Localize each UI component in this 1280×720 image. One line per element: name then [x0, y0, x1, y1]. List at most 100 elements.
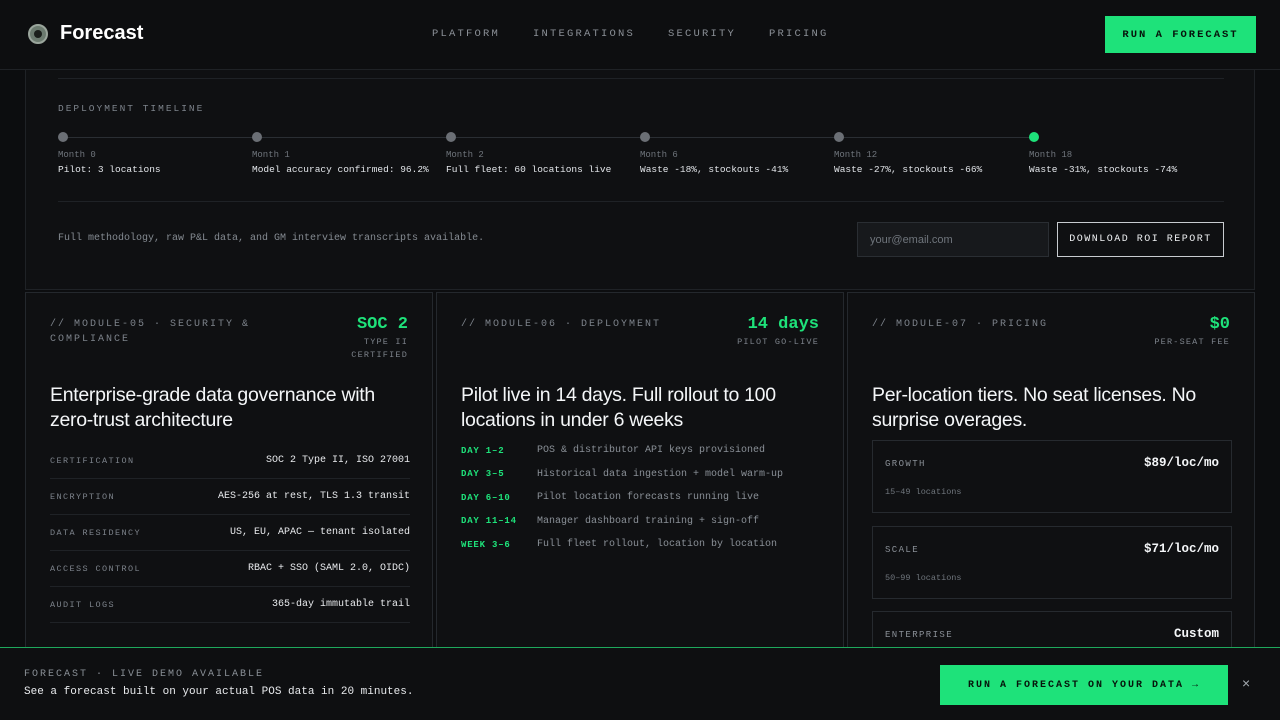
stat-caption: PER-SEAT FEE	[1154, 337, 1230, 347]
module-title: Pilot live in 14 days. Full rollout to 1…	[461, 384, 776, 431]
module-tag: // MODULE-06 · DEPLOYMENT	[461, 319, 662, 330]
tier-name: ENTERPRISE	[885, 630, 954, 640]
pricing-tier-growth[interactable]: GROWTH $89/loc/mo 15–49 locations	[872, 440, 1232, 513]
module-tag: // MODULE-07 · PRICING	[872, 319, 1049, 330]
step-description: Full fleet rollout, location by location	[537, 539, 778, 551]
banner-text: See a forecast built on your actual POS …	[24, 686, 414, 698]
spec-row: CERTIFICATION SOC 2 Type II, ISO 27001	[50, 443, 410, 479]
tier-name: SCALE	[885, 545, 920, 555]
tier-locations: 50–99 locations	[885, 573, 962, 583]
spec-key: DATA RESIDENCY	[50, 527, 142, 538]
step-description: Manager dashboard training + sign-off	[537, 515, 760, 527]
timeline-item: Month 0 Pilot: 3 locations	[58, 132, 248, 175]
timeline-label: DEPLOYMENT TIMELINE	[58, 103, 205, 114]
tier-name: GROWTH	[885, 459, 926, 469]
timeline-text: Full fleet: 60 locations live	[446, 164, 612, 175]
nav-link-integrations[interactable]: INTEGRATIONS	[533, 28, 635, 40]
deployment-step: WEEK 3–6 Full fleet rollout, location by …	[461, 533, 783, 557]
tier-price: Custom	[1173, 627, 1219, 641]
timeline-item: Month 12 Waste -27%, stockouts -66%	[834, 132, 1024, 175]
spec-row: ACCESS CONTROL RBAC + SSO (SAML 2.0, OIDC…	[50, 551, 410, 587]
forecast-logo-icon	[28, 23, 48, 44]
stat-value: 14 days	[747, 315, 819, 334]
step-description: Historical data ingestion + model warm-u…	[537, 468, 784, 480]
spec-list: CERTIFICATION SOC 2 Type II, ISO 27001 ENC…	[50, 443, 410, 623]
module-tag: // MODULE-05 · SECURITY & COMPLIANCE	[50, 319, 251, 345]
step-day: DAY 6–10	[461, 492, 511, 503]
demo-banner: FORECAST · LIVE DEMO AVAILABLE See a for…	[0, 647, 1280, 720]
deployment-steps: DAY 1–2 POS & distributor API keys provis…	[461, 439, 783, 557]
timeline-dot-active	[1029, 132, 1039, 142]
timeline-dot	[640, 132, 650, 142]
spec-value: 365-day immutable trail	[271, 599, 410, 610]
timeline-text: Pilot: 3 locations	[58, 164, 161, 175]
spec-value: RBAC + SSO (SAML 2.0, OIDC)	[247, 563, 410, 574]
deployment-step: DAY 3–5 Historical data ingestion + model…	[461, 463, 783, 487]
step-day: DAY 1–2	[461, 445, 505, 456]
nav-links: PLATFORM INTEGRATIONS SECURITY PRICING	[432, 28, 829, 40]
timeline-dot	[252, 132, 262, 142]
pricing-module-card: // MODULE-07 · PRICING $0 PER-SEAT FEE P…	[847, 292, 1255, 652]
step-description: POS & distributor API keys provisioned	[537, 445, 766, 457]
spec-row: ENCRYPTION AES-256 at rest, TLS 1.3 trans…	[50, 479, 410, 515]
run-forecast-on-data-button[interactable]: RUN A FORECAST ON YOUR DATA →	[940, 665, 1228, 705]
module-stat: $0 PER-SEAT FEE	[1154, 315, 1230, 349]
step-description: Pilot location forecasts running live	[537, 492, 760, 504]
deployment-timeline-panel: DEPLOYMENT TIMELINE Month 0 Pilot: 3 loca…	[25, 60, 1255, 290]
timeline-dot	[834, 132, 844, 142]
deployment-step: DAY 6–10 Pilot location forecasts running…	[461, 486, 783, 510]
module-stat: SOC 2 TYPE II CERTIFIED	[338, 315, 408, 362]
spec-value: AES-256 at rest, TLS 1.3 transit	[217, 491, 410, 502]
step-day: WEEK 3–6	[461, 539, 511, 550]
stat-caption: PILOT GO-LIVE	[737, 337, 819, 347]
spec-row: DATA RESIDENCY US, EU, APAC — tenant isol…	[50, 515, 410, 551]
nav-link-platform[interactable]: PLATFORM	[432, 28, 500, 40]
pricing-tier-scale[interactable]: SCALE $71/loc/mo 50–99 locations	[872, 526, 1232, 599]
timeline-month: Month 12	[834, 150, 878, 160]
spec-key: ACCESS CONTROL	[50, 563, 142, 574]
spec-row: AUDIT LOGS 365-day immutable trail	[50, 587, 410, 623]
tier-price: $89/loc/mo	[1143, 456, 1219, 470]
pricing-tier-enterprise[interactable]: ENTERPRISE Custom	[872, 611, 1232, 651]
timeline-text: Waste -27%, stockouts -66%	[834, 164, 983, 175]
timeline-month: Month 0	[58, 150, 96, 160]
run-forecast-button[interactable]: RUN A FORECAST	[1105, 16, 1256, 53]
tier-locations: 15–49 locations	[885, 487, 962, 497]
top-nav: Forecast PLATFORM INTEGRATIONS SECURITY …	[0, 0, 1280, 70]
tier-price: $71/loc/mo	[1143, 542, 1219, 556]
timeline-month: Month 1	[252, 150, 290, 160]
deployment-step: DAY 1–2 POS & distributor API keys provis…	[461, 439, 783, 463]
spec-key: ENCRYPTION	[50, 491, 116, 502]
deployment-step: DAY 11–14 Manager dashboard training + si…	[461, 510, 783, 534]
timeline-item: Month 1 Model accuracy confirmed: 96.2%	[252, 132, 442, 175]
timeline-item: Month 18 Waste -31%, stockouts -74%	[1029, 132, 1219, 175]
spec-value: US, EU, APAC — tenant isolated	[229, 527, 410, 538]
step-day: DAY 11–14	[461, 516, 517, 527]
timeline-month: Month 2	[446, 150, 484, 160]
step-day: DAY 3–5	[461, 469, 505, 480]
timeline-dot	[58, 132, 68, 142]
banner-tag: FORECAST · LIVE DEMO AVAILABLE	[24, 669, 265, 680]
timeline-dot	[446, 132, 456, 142]
email-input[interactable]	[857, 222, 1049, 257]
timeline-text: Waste -31%, stockouts -74%	[1029, 164, 1178, 175]
module-title: Per-location tiers. No seat licenses. No…	[872, 384, 1196, 431]
spec-key: AUDIT LOGS	[50, 599, 116, 610]
divider	[58, 201, 1224, 202]
module-stat: 14 days PILOT GO-LIVE	[737, 315, 819, 349]
methodology-note: Full methodology, raw P&L data, and GM i…	[58, 233, 485, 244]
timeline-item: Month 6 Waste -18%, stockouts -41%	[640, 132, 830, 175]
close-icon[interactable]: ×	[1242, 675, 1250, 691]
spec-value: SOC 2 Type II, ISO 27001	[265, 455, 410, 466]
security-module-card: // MODULE-05 · SECURITY & COMPLIANCE SOC…	[25, 292, 433, 652]
stat-caption: TYPE II CERTIFIED	[351, 337, 408, 360]
module-title: Enterprise-grade data governance with ze…	[50, 384, 375, 431]
nav-link-pricing[interactable]: PRICING	[769, 28, 829, 40]
download-roi-report-button[interactable]: DOWNLOAD ROI REPORT	[1057, 222, 1224, 257]
timeline-text: Waste -18%, stockouts -41%	[640, 164, 789, 175]
brand-name: Forecast	[60, 22, 144, 44]
timeline-month: Month 18	[1029, 150, 1073, 160]
nav-link-security[interactable]: SECURITY	[668, 28, 736, 40]
deployment-module-card: // MODULE-06 · DEPLOYMENT 14 days PILOT …	[436, 292, 844, 652]
brand[interactable]: Forecast	[28, 22, 143, 45]
